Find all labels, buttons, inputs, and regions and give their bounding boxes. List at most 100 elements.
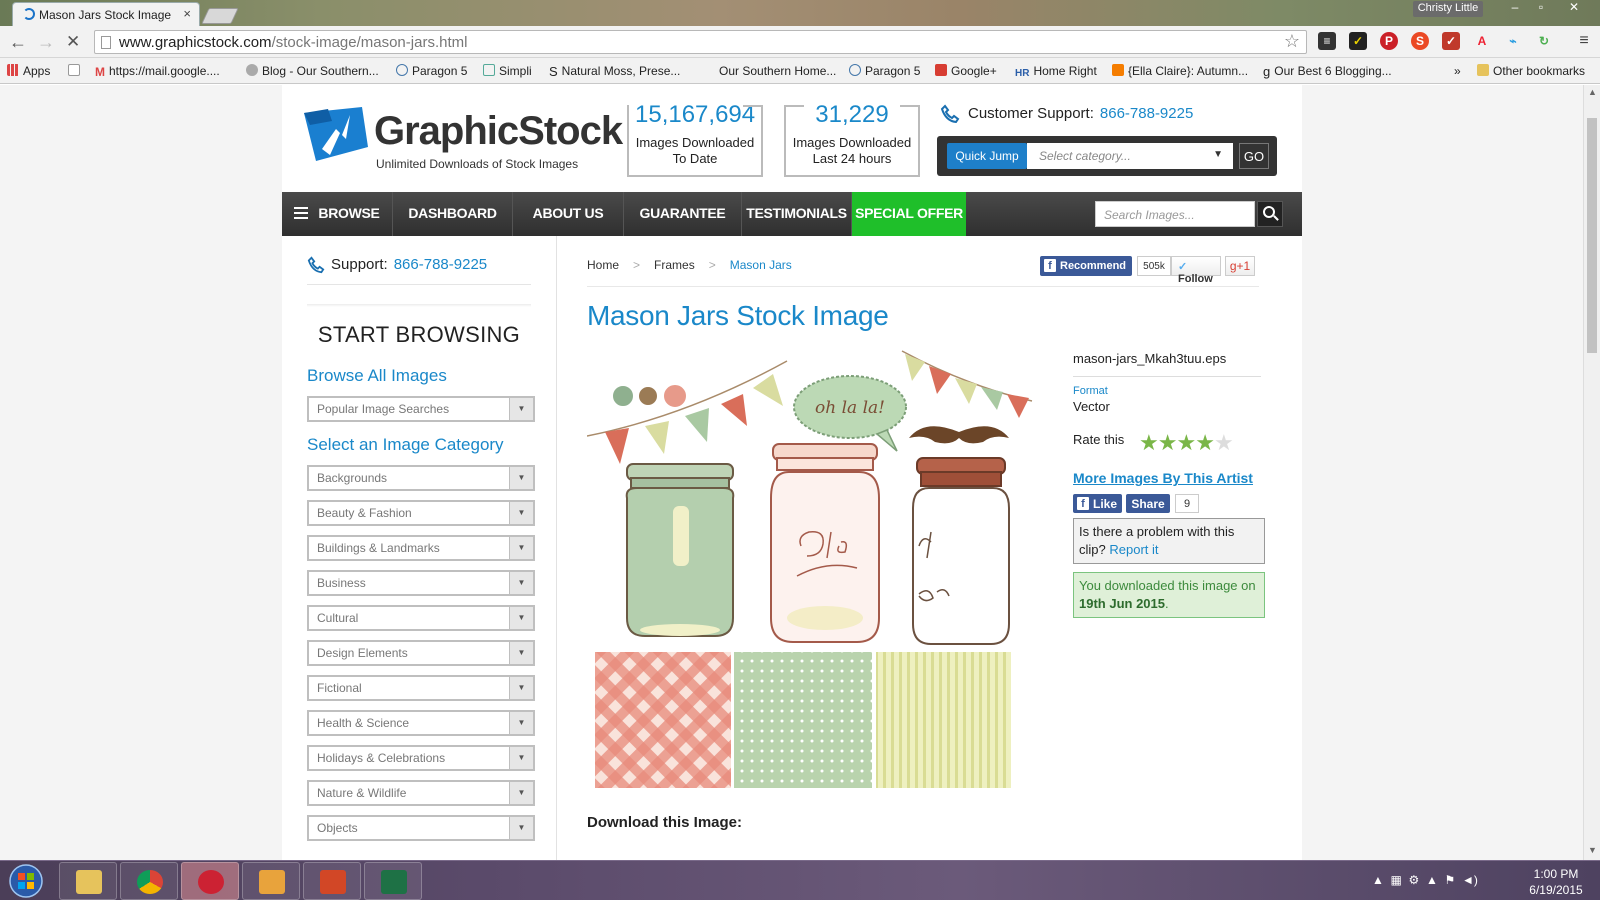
chevron-down-icon: ▼ <box>509 467 533 489</box>
sidebar-support-phone[interactable]: 866-788-9225 <box>394 256 487 273</box>
bookmark-natural-moss[interactable]: S Natural Moss, Prese... <box>549 64 680 79</box>
chrome-menu-icon[interactable]: ≡ <box>1575 32 1593 50</box>
page-scrollbar[interactable]: ▲ ▼ <box>1583 85 1600 860</box>
bookmark-paragon-1[interactable]: Paragon 5 <box>396 64 467 78</box>
checklist-extension-icon[interactable]: ✓ <box>1349 32 1367 50</box>
search-button[interactable] <box>1257 201 1283 227</box>
bookmark-simpli[interactable]: Simpli <box>483 64 532 78</box>
font-extension-icon[interactable]: A <box>1473 32 1491 50</box>
bookmark-gmail[interactable]: Mhttps://mail.google.... <box>95 64 220 79</box>
category-dropdown-buildings[interactable]: Buildings & Landmarks ▼ <box>307 535 535 561</box>
breadcrumb-current[interactable]: Mason Jars <box>730 258 792 272</box>
profile-badge[interactable]: Christy Little <box>1413 1 1483 17</box>
star-filled-icon[interactable]: ★ <box>1139 430 1159 455</box>
nav-guarantee[interactable]: GUARANTEE <box>624 192 742 236</box>
scroll-down-icon[interactable]: ▼ <box>1588 845 1597 855</box>
taskbar-excel[interactable] <box>364 862 422 900</box>
bookmark-star-icon[interactable]: ☆ <box>1284 31 1300 52</box>
start-button-icon[interactable] <box>4 863 48 899</box>
facebook-like-button[interactable]: f Like <box>1073 494 1122 513</box>
bookmark-home-right[interactable]: HR Home Right <box>1015 64 1097 80</box>
category-dropdown-backgrounds[interactable]: Backgrounds ▼ <box>307 465 535 491</box>
nav-testimonials[interactable]: TESTIMONIALS <box>742 192 852 236</box>
chevron-down-icon: ▼ <box>509 677 533 699</box>
close-window-icon[interactable]: ✕ <box>1554 0 1594 17</box>
go-button[interactable]: GO <box>1239 143 1269 169</box>
system-tray[interactable]: ▲ ▦ ⚙ ▲ ⚑ ◄) <box>1372 873 1478 887</box>
scrollbar-thumb[interactable] <box>1587 118 1597 353</box>
download-heading: Download this Image: <box>587 814 743 831</box>
back-icon[interactable]: ← <box>9 32 27 53</box>
mason-jars-image[interactable]: oh la la! <box>587 346 1037 791</box>
stumbleupon-extension-icon[interactable]: S <box>1411 32 1429 50</box>
bookmark-blog[interactable]: Blog - Our Southern... <box>246 64 379 78</box>
bookmark-apps[interactable]: Apps <box>7 64 50 78</box>
facebook-recommend-button[interactable]: f Recommend <box>1040 256 1132 276</box>
taskbar-explorer[interactable] <box>59 862 117 900</box>
chevron-down-icon: ▼ <box>509 747 533 769</box>
star-filled-icon[interactable]: ★ <box>1158 430 1178 455</box>
category-dropdown-beauty-fashion[interactable]: Beauty & Fashion ▼ <box>307 500 535 526</box>
report-it-link[interactable]: Report it <box>1109 542 1158 557</box>
address-bar[interactable]: www.graphicstock.com/stock-image/mason-j… <box>94 30 1307 54</box>
breadcrumb-home[interactable]: Home <box>587 258 619 272</box>
bookmark-our-southern-home[interactable]: Our Southern Home... <box>719 64 836 78</box>
bookmarks-overflow-icon[interactable]: » <box>1454 64 1461 78</box>
browse-all-link[interactable]: Browse All Images <box>307 366 447 386</box>
category-dropdown-design-elements[interactable]: Design Elements ▼ <box>307 640 535 666</box>
nav-browse[interactable]: BROWSE <box>282 192 393 236</box>
bookmark-blank[interactable] <box>68 64 84 78</box>
browser-tab[interactable]: Mason Jars Stock Image × <box>12 2 200 26</box>
window-controls: – ▫ ✕ <box>1502 0 1594 17</box>
new-tab-button[interactable] <box>201 8 239 24</box>
star-empty-icon[interactable]: ★ <box>1214 430 1234 455</box>
breadcrumb-frames[interactable]: Frames <box>654 258 695 272</box>
bookmark-ella-claire[interactable]: {Ella Claire}: Autumn... <box>1112 64 1248 78</box>
scroll-up-icon[interactable]: ▲ <box>1588 87 1597 97</box>
category-dropdown-cultural[interactable]: Cultural ▼ <box>307 605 535 631</box>
excel-icon <box>381 870 407 894</box>
category-select[interactable]: Select category... ▼ <box>1027 143 1233 169</box>
clock[interactable]: 1:00 PM 6/19/2015 <box>1516 866 1596 898</box>
category-dropdown-health-science[interactable]: Health & Science ▼ <box>307 710 535 736</box>
search-input[interactable]: Search Images... <box>1095 201 1255 227</box>
nav-about-us[interactable]: ABOUT US <box>513 192 624 236</box>
category-dropdown-objects[interactable]: Objects ▼ <box>307 815 535 841</box>
nav-special-offer[interactable]: SPECIAL OFFER <box>852 192 966 236</box>
sync-extension-icon[interactable]: ↻ <box>1535 32 1553 50</box>
bookmark-paragon-2[interactable]: Paragon 5 <box>849 64 920 78</box>
tab-close-icon[interactable]: × <box>183 6 191 21</box>
star-filled-icon[interactable]: ★ <box>1195 430 1215 455</box>
taskbar-powerpoint[interactable] <box>303 862 361 900</box>
other-bookmarks[interactable]: Other bookmarks <box>1477 64 1585 78</box>
page-icon <box>101 36 111 49</box>
buffer-extension-icon[interactable]: ≡ <box>1318 32 1336 50</box>
taskbar-outlook[interactable] <box>242 862 300 900</box>
category-dropdown-fictional[interactable]: Fictional ▼ <box>307 675 535 701</box>
bookmark-best-6-blogging[interactable]: g Our Best 6 Blogging... <box>1263 64 1392 79</box>
twitter-follow-button[interactable]: ✓ Follow <box>1171 256 1221 285</box>
category-dropdown-business[interactable]: Business ▼ <box>307 570 535 596</box>
restore-icon[interactable]: ▫ <box>1528 0 1554 17</box>
category-dropdown-nature[interactable]: Nature & Wildlife ▼ <box>307 780 535 806</box>
support-phone-link[interactable]: 866-788-9225 <box>1100 105 1193 122</box>
google-plus-button[interactable]: g+1 <box>1225 256 1255 276</box>
popular-searches-dropdown[interactable]: Popular Image Searches ▼ <box>307 396 535 422</box>
taskbar-snipping-tool[interactable] <box>181 862 239 900</box>
bookmark-google-plus[interactable]: Google+ <box>935 64 997 78</box>
bird-extension-icon[interactable]: ⌁ <box>1504 32 1522 50</box>
more-by-artist-link[interactable]: More Images By This Artist <box>1073 470 1263 486</box>
pinterest-extension-icon[interactable]: P <box>1380 32 1398 50</box>
taskbar-chrome[interactable] <box>120 862 178 900</box>
star-rating[interactable]: ★★★★★ <box>1139 430 1234 456</box>
url-path: /stock-image/mason-jars.html <box>271 34 468 51</box>
facebook-share-button[interactable]: Share <box>1126 494 1170 513</box>
nav-dashboard[interactable]: DASHBOARD <box>393 192 513 236</box>
check-extension-icon[interactable]: ✓ <box>1442 32 1460 50</box>
category-dropdown-holidays[interactable]: Holidays & Celebrations ▼ <box>307 745 535 771</box>
minimize-icon[interactable]: – <box>1502 0 1528 17</box>
star-filled-icon[interactable]: ★ <box>1176 430 1196 455</box>
quick-jump-button[interactable]: Quick Jump <box>947 143 1027 169</box>
stop-loading-icon[interactable]: ✕ <box>66 32 80 52</box>
forward-icon[interactable]: → <box>37 32 55 53</box>
